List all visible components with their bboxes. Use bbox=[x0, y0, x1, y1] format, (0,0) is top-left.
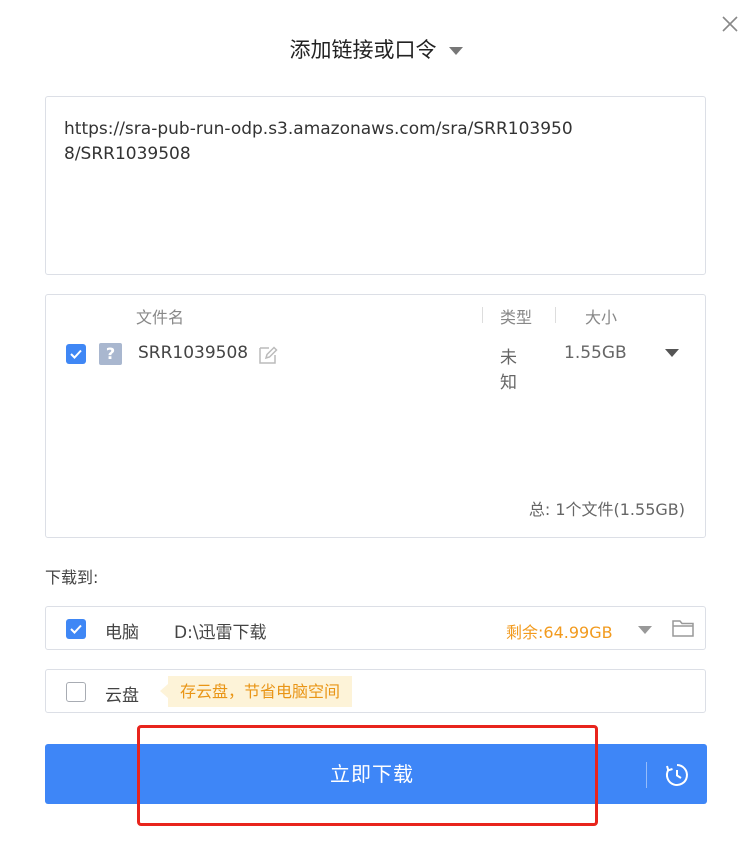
cloud-tip-badge: 存云盘，节省电脑空间 bbox=[159, 676, 353, 707]
download-path[interactable]: D:\迅雷下载 bbox=[174, 618, 267, 643]
file-type: 未知 bbox=[500, 348, 517, 393]
column-divider bbox=[555, 307, 556, 323]
cloud-label: 云盘 bbox=[105, 686, 139, 706]
column-header-size: 大小 bbox=[585, 308, 618, 327]
close-icon[interactable] bbox=[719, 13, 741, 35]
column-header-type: 类型 bbox=[500, 308, 533, 327]
dialog-title[interactable]: 添加链接或口令 bbox=[0, 34, 752, 64]
path-dropdown-icon[interactable] bbox=[638, 626, 652, 634]
file-size: 1.55GB bbox=[564, 343, 627, 363]
dialog-title-text: 添加链接或口令 bbox=[289, 38, 437, 62]
url-input-value[interactable]: https://sra-pub-run-odp.s3.amazonaws.com… bbox=[64, 117, 584, 167]
file-name: SRR1039508 bbox=[138, 343, 249, 363]
column-header-name: 文件名 bbox=[136, 308, 185, 327]
rename-icon[interactable] bbox=[257, 344, 279, 366]
button-divider bbox=[646, 762, 647, 788]
check-icon bbox=[70, 624, 82, 634]
remaining-space: 剩余:64.99GB bbox=[506, 623, 613, 642]
column-divider bbox=[482, 307, 483, 323]
download-now-label[interactable]: 立即下载 bbox=[45, 744, 699, 804]
pc-label: 电脑 bbox=[105, 623, 139, 643]
title-dropdown-icon[interactable] bbox=[448, 47, 463, 55]
row-dropdown-icon[interactable] bbox=[665, 349, 679, 357]
folder-icon[interactable] bbox=[671, 618, 695, 638]
schedule-clock-icon[interactable] bbox=[664, 762, 690, 788]
pc-checkbox[interactable] bbox=[66, 619, 86, 639]
file-checkbox[interactable] bbox=[66, 344, 86, 364]
total-summary: 总: 1个文件(1.55GB) bbox=[528, 500, 685, 519]
cloud-destination-row[interactable] bbox=[45, 669, 706, 713]
cloud-checkbox[interactable] bbox=[66, 682, 86, 702]
check-icon bbox=[70, 349, 82, 359]
unknown-file-icon: ? bbox=[99, 343, 122, 365]
download-to-label: 下载到: bbox=[45, 568, 99, 587]
